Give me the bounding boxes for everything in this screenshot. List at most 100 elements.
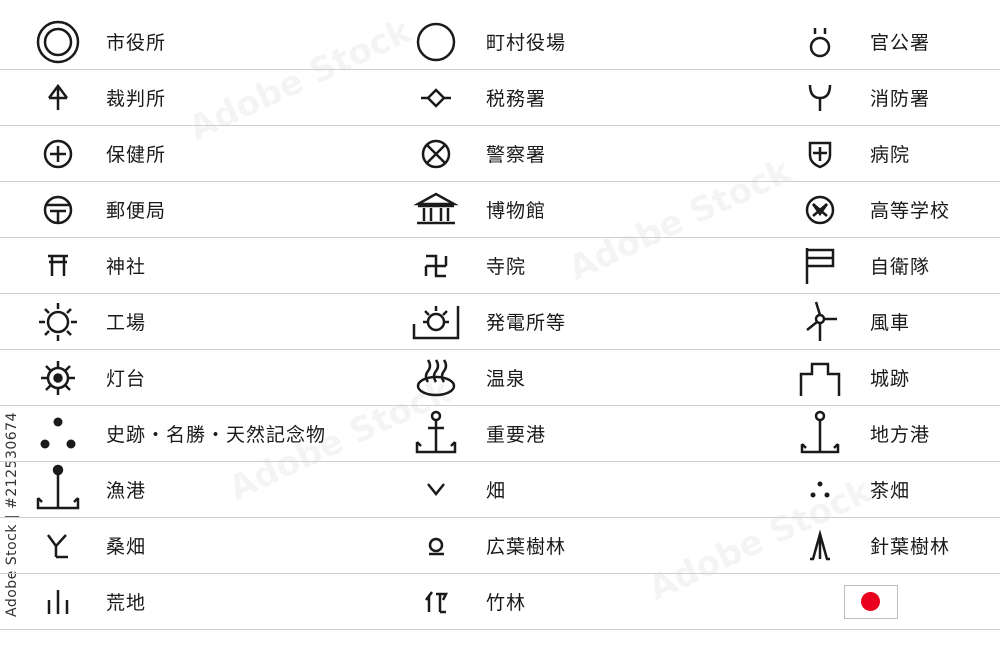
legend-row: 消防署 <box>794 70 1000 126</box>
legend-label: 寺院 <box>486 256 527 278</box>
wasteland-icon <box>32 576 84 628</box>
legend-label: 郵便局 <box>106 200 167 222</box>
major-port-icon <box>410 408 462 460</box>
legend-label: 博物館 <box>486 200 547 222</box>
legend-label: 市役所 <box>106 32 167 54</box>
bamboo-forest-icon <box>410 576 462 628</box>
legend-label: 風車 <box>870 312 911 334</box>
legend-label: 消防署 <box>870 88 931 110</box>
conifer-forest-icon <box>794 520 846 572</box>
historic-site-icon <box>32 408 84 460</box>
legend-row: 工場 <box>0 294 410 350</box>
factory-icon <box>32 296 84 348</box>
legend-label: 警察署 <box>486 144 547 166</box>
legend-row: 桑畑 <box>0 518 410 574</box>
legend-row: 漁港 <box>0 462 410 518</box>
legend-row: 警察署 <box>410 126 794 182</box>
legend-row: 郵便局 <box>0 182 410 238</box>
legend-row: 発電所等 <box>410 294 794 350</box>
legend-row: 神社 <box>0 238 410 294</box>
legend-row: 高等学校 <box>794 182 1000 238</box>
health-center-icon <box>32 128 84 180</box>
legend-row: 城跡 <box>794 350 1000 406</box>
legend-label: 工場 <box>106 312 147 334</box>
field-icon <box>410 464 462 516</box>
hospital-icon <box>794 128 846 180</box>
fire-station-icon <box>794 72 846 124</box>
town-office-icon <box>410 16 462 68</box>
government-office-icon <box>794 16 846 68</box>
city-hall-icon <box>32 16 84 68</box>
shrine-icon <box>32 240 84 292</box>
legend-row: 茶畑 <box>794 462 1000 518</box>
legend-label: 荒地 <box>106 592 147 614</box>
legend-row: 寺院 <box>410 238 794 294</box>
legend-row: 税務署 <box>410 70 794 126</box>
legend-label: 重要港 <box>486 424 547 446</box>
legend-label: 自衛隊 <box>870 256 931 278</box>
legend-label: 広葉樹林 <box>486 536 567 558</box>
legend-label: 高等学校 <box>870 200 951 222</box>
museum-icon <box>410 184 462 236</box>
legend-row: 史跡・名勝・天然記念物 <box>0 406 410 462</box>
map-symbol-legend: 市役所 町村役場 官公署 裁判所 税務署 消防署 保健所 警察署 病院 郵便局 … <box>0 14 1000 630</box>
legend-row: 竹林 <box>410 574 794 630</box>
legend-row: 町村役場 <box>410 14 794 70</box>
legend-row: 保健所 <box>0 126 410 182</box>
japan-flag-icon <box>844 584 898 619</box>
hot-spring-icon <box>410 352 462 404</box>
legend-row: 畑 <box>410 462 794 518</box>
broadleaf-forest-icon <box>410 520 462 572</box>
legend-label: 保健所 <box>106 144 167 166</box>
legend-label: 町村役場 <box>486 32 567 54</box>
legend-label: 病院 <box>870 144 911 166</box>
legend-label: 畑 <box>486 480 507 502</box>
courthouse-icon <box>32 72 84 124</box>
legend-label: 針葉樹林 <box>870 536 951 558</box>
legend-label: 地方港 <box>870 424 931 446</box>
legend-label: 桑畑 <box>106 536 147 558</box>
legend-row: 自衛隊 <box>794 238 1000 294</box>
legend-row: 地方港 <box>794 406 1000 462</box>
legend-label: 温泉 <box>486 368 527 390</box>
legend-label: 税務署 <box>486 88 547 110</box>
legend-label: 漁港 <box>106 480 147 502</box>
legend-label: 官公署 <box>870 32 931 54</box>
legend-row: 広葉樹林 <box>410 518 794 574</box>
legend-row: 針葉樹林 <box>794 518 1000 574</box>
legend-label: 竹林 <box>486 592 527 614</box>
local-port-icon <box>794 408 846 460</box>
legend-row: 官公署 <box>794 14 1000 70</box>
legend-row: 温泉 <box>410 350 794 406</box>
power-plant-icon <box>410 296 462 348</box>
castle-ruins-icon <box>794 352 846 404</box>
legend-row: 市役所 <box>0 14 410 70</box>
legend-row: 風車 <box>794 294 1000 350</box>
fishing-port-icon <box>32 464 84 516</box>
temple-icon <box>410 240 462 292</box>
legend-row: 裁判所 <box>0 70 410 126</box>
legend-row: 博物館 <box>410 182 794 238</box>
flag-sun <box>861 591 880 611</box>
police-station-icon <box>410 128 462 180</box>
tea-field-icon <box>794 464 846 516</box>
legend-row: 荒地 <box>0 574 410 630</box>
legend-label: 史跡・名勝・天然記念物 <box>106 424 327 446</box>
tax-office-icon <box>410 72 462 124</box>
legend-label: 城跡 <box>870 368 911 390</box>
lighthouse-icon <box>32 352 84 404</box>
legend-row: 灯台 <box>0 350 410 406</box>
legend-row: 病院 <box>794 126 1000 182</box>
post-office-icon <box>32 184 84 236</box>
mulberry-field-icon <box>32 520 84 572</box>
windmill-icon <box>794 296 846 348</box>
legend-label: 灯台 <box>106 368 147 390</box>
legend-label: 発電所等 <box>486 312 567 334</box>
legend-label: 茶畑 <box>870 480 911 502</box>
self-defense-force-icon <box>794 240 846 292</box>
legend-row <box>794 574 1000 630</box>
legend-label: 裁判所 <box>106 88 167 110</box>
legend-label: 神社 <box>106 256 147 278</box>
high-school-icon <box>794 184 846 236</box>
legend-row: 重要港 <box>410 406 794 462</box>
